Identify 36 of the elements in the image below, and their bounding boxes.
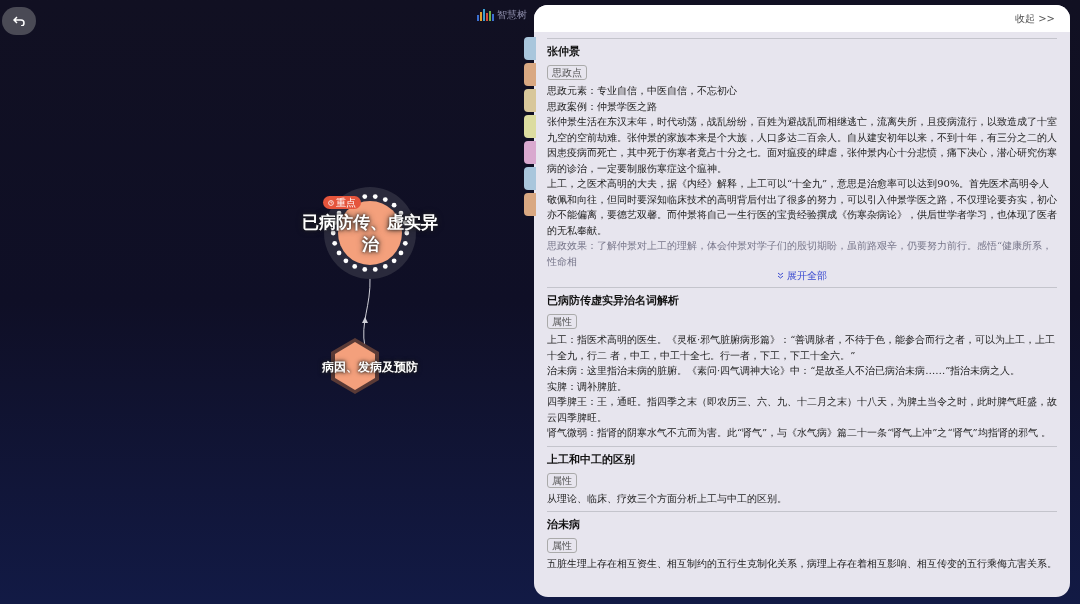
- tag-label: 属性: [547, 472, 577, 488]
- paragraph: 思政案例：仲景学医之路: [547, 99, 658, 114]
- side-tab[interactable]: [524, 115, 536, 138]
- paragraph: 从理论、临床、疗效三个方面分析上工与中工的区别。: [547, 491, 788, 506]
- logo-text: 智慧树: [497, 8, 527, 22]
- paragraph: 四季脾王：王，通旺。指四季之末（即农历三、六、九、十二月之末）十八天，为脾土当令之时，此时脾气旺盛，故云四季脾旺。: [547, 395, 1057, 425]
- side-tab[interactable]: [524, 63, 536, 86]
- side-tab[interactable]: [524, 141, 536, 164]
- double-chevron-icon: [777, 272, 784, 279]
- paragraph: 五脏生理上存在相互资生、相互制约的五行生克制化关系，病理上存在着相互影响、相互传变的五行乘侮亢害关系。: [547, 557, 1057, 571]
- logo-bars-icon: [477, 8, 495, 21]
- paragraph: 治未病：这里指治未病的脏腑。《素问·四气调神大论》中：“是故圣人不治已病治未病……”指治未病之人。: [547, 364, 1022, 378]
- collapse-button[interactable]: 收起 >>: [1015, 11, 1055, 26]
- key-point-badge: 重点: [323, 196, 361, 209]
- paragraph: 思政元素：专业自信，中医自信，不忘初心: [547, 84, 738, 98]
- side-tab[interactable]: [524, 37, 536, 60]
- side-tab[interactable]: [524, 89, 536, 112]
- back-button[interactable]: [2, 7, 36, 35]
- tag-label: 属性: [547, 314, 577, 329]
- paragraph: 张仲景生活在东汉末年，时代动荡，战乱纷纷，百姓为避战乱而相继逃亡，流离失所，且疫病流行，以致造成了十室九空的空前劫难。张仲景的家族本来是个大族，人口多达二百余人。自从建安初年以来，不到十年，有三分之二的人因患疫病而死亡，其中死于伤寒者竟占十分之七。面对瘟疫的肆虐，张仲景内心十分悲愤，痛下决心，潜心研究伤寒病的诊治，一定要制服伤寒症这个瘟神。: [547, 115, 1057, 176]
- side-tab[interactable]: [524, 193, 536, 216]
- section-title: 治未病: [547, 518, 581, 532]
- section-title: 已病防传虚实异治名词解析: [547, 294, 680, 308]
- section-title: 上工和中工的区别: [547, 452, 636, 467]
- paragraph: 思政效果：了解仲景对上工的理解，体会仲景对学子们的殷切期盼，虽前路艰辛，仍要努力前行。感悟“健康所系，性命相: [547, 239, 1054, 269]
- expand-all-link[interactable]: 展开全部: [777, 269, 827, 282]
- paragraph: 上工，之医术高明的大夫，据《内经》解释，上工可以“十全九”，意思是治愈率可以达到90%。首先医术高明令人敬佩和向往，但同时要深知临床技术的高明背后付出了很多的努力，可以引入仲景学医之路，不仅理论要夯实，初心亦不能偏离，要德艺双馨。而仲景将自己一生行医的宝贵经验撰成《伤寒杂病论》，供后世学者学习，也体现了医者的无私奉献。: [547, 177, 1057, 238]
- clock-icon: [328, 199, 334, 206]
- paragraph: 上工：指医术高明的医生。《灵枢·邪气脏腑病形篇》：“善调脉者，不待于色，能参合而行之者，可以为上工，上工十全九，行二 者，中工，中工十全七。行一者，下工，下工十全六。”: [547, 333, 1057, 363]
- tag-label: 思政点: [547, 65, 587, 80]
- tag-label: 属性: [547, 538, 577, 553]
- section-title: 张仲景: [547, 45, 581, 59]
- side-tab[interactable]: [524, 167, 536, 190]
- undo-arrow-icon: [13, 16, 25, 26]
- paragraph: 肾气微弱：指肾的阴寒水气不亢而为害。此“肾气”，与《水气病》篇二十一条“肾气上冲”之“肾气”均指肾的邪气 。: [547, 426, 1052, 440]
- paragraph: 实脾：调补脾脏。: [547, 379, 628, 394]
